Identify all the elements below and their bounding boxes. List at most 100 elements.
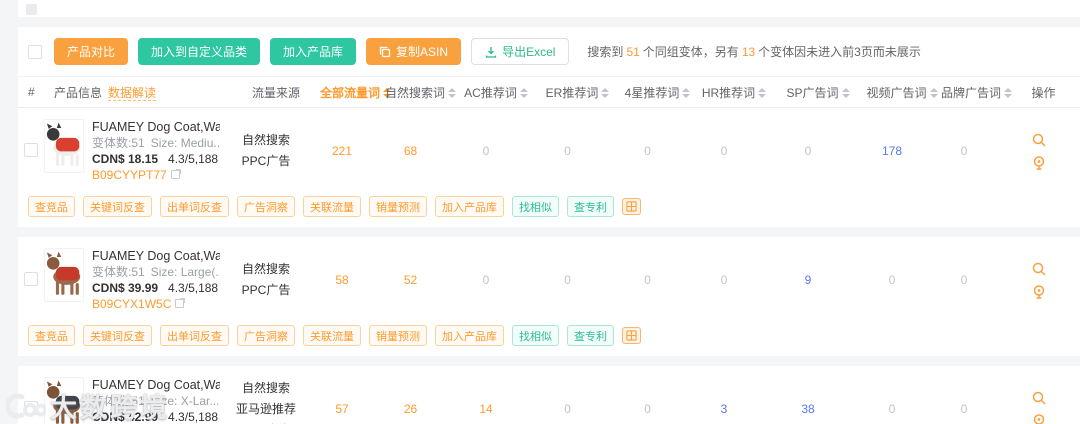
- column-header-4star-words[interactable]: 4星推荐词: [620, 84, 695, 101]
- column-header-er-words[interactable]: ER推荐词: [535, 84, 620, 101]
- price: CDN$ 18.15: [92, 152, 159, 166]
- traffic-monitor-icon[interactable]: [1031, 284, 1047, 300]
- product-block: FUAMEY Dog Coat,War... 变体数:51 Size: Large…: [18, 237, 1080, 356]
- sort-icon[interactable]: [929, 88, 938, 99]
- external-link-icon[interactable]: [175, 298, 186, 308]
- product-image[interactable]: [44, 377, 84, 424]
- total-traffic-words-value[interactable]: 58: [310, 273, 374, 287]
- column-header-total-traffic-words[interactable]: 全部流量词: [320, 84, 392, 101]
- product-title[interactable]: FUAMEY Dog Coat,War...: [92, 119, 220, 135]
- keyword-search-icon[interactable]: [1031, 261, 1047, 277]
- total-traffic-words-value[interactable]: 57: [310, 402, 374, 416]
- export-excel-button[interactable]: 导出Excel: [471, 38, 570, 65]
- product-block: FUAMEY Dog Coat,War... 变体数:51 Size: Mediu…: [18, 108, 1080, 227]
- sp-ad-words-value[interactable]: 9: [763, 273, 853, 287]
- er-words-value: 0: [564, 402, 571, 416]
- sp-ad-words-value[interactable]: 38: [763, 402, 853, 416]
- column-header-hr-words[interactable]: HR推荐词: [695, 84, 773, 101]
- hr-words-value: 0: [720, 273, 728, 287]
- sort-icon[interactable]: [601, 88, 610, 99]
- table-row: FUAMEY Dog Coat,War... 变体数:51 Size: Mediu…: [18, 108, 1080, 194]
- traffic-monitor-icon[interactable]: [1031, 413, 1047, 424]
- asin-link[interactable]: B09CYYPT77: [92, 167, 220, 183]
- dog-coat-image: [46, 122, 81, 166]
- related-traffic-tag[interactable]: 关联流量: [303, 196, 361, 217]
- check-competitor-tag[interactable]: 查竞品: [28, 196, 75, 217]
- copy-asin-button[interactable]: 复制ASIN: [366, 38, 462, 65]
- hr-words-value[interactable]: 3: [685, 402, 763, 416]
- organic-search-words-value[interactable]: 68: [374, 144, 447, 158]
- organic-search-words-value[interactable]: 52: [374, 273, 447, 287]
- hidden-variant-count: 13: [741, 45, 756, 59]
- sales-forecast-tag[interactable]: 销量预测: [369, 196, 427, 217]
- result-card: 产品对比 加入到自定义品类 加入产品库 复制ASIN 导出Excel 搜索到 51…: [18, 27, 1080, 424]
- add-to-product-library-button[interactable]: 加入产品库: [270, 38, 357, 65]
- sort-icon[interactable]: [519, 88, 528, 99]
- product-title[interactable]: FUAMEY Dog Coat,War...: [92, 377, 220, 393]
- sort-icon[interactable]: [682, 88, 691, 99]
- ac-words-value[interactable]: 14: [447, 402, 525, 416]
- related-traffic-tag[interactable]: 关联流量: [303, 325, 361, 346]
- rating: 4.3/5,188: [168, 410, 219, 424]
- product-image[interactable]: [44, 248, 84, 302]
- profit-calculator-icon[interactable]: [622, 327, 641, 344]
- select-all-checkbox[interactable]: [28, 44, 42, 59]
- add-to-custom-category-button[interactable]: 加入到自定义品类: [138, 38, 261, 65]
- column-header-ac-words[interactable]: AC推荐词: [457, 84, 535, 101]
- data-explain-link[interactable]: 数据解读: [108, 85, 157, 101]
- external-link-icon[interactable]: [170, 169, 181, 179]
- ad-insight-tag[interactable]: 广告洞察: [237, 325, 295, 346]
- column-header-organic-search-words[interactable]: 自然搜索词: [384, 84, 457, 101]
- add-library-tag[interactable]: 加入产品库: [435, 325, 504, 346]
- add-library-tag[interactable]: 加入产品库: [435, 196, 504, 217]
- product-image[interactable]: [44, 119, 84, 173]
- column-header-brand-ad-words[interactable]: 品牌广告词: [941, 84, 1013, 101]
- table-row: FUAMEY Dog Coat,War... 变体数:51 Size: Large…: [18, 237, 1080, 323]
- search-summary: 搜索到 51 个同组变体，另有 13 个变体因未进入前3页而未展示: [587, 45, 921, 59]
- dog-coat-image: [46, 251, 81, 295]
- variant-count-label: 变体数:51: [92, 394, 145, 408]
- profit-calculator-icon[interactable]: [622, 198, 641, 215]
- 4star-words-value: 0: [644, 402, 651, 416]
- ac-words-value: 0: [482, 273, 490, 287]
- sort-icon[interactable]: [448, 88, 456, 99]
- keyword-reverse-tag[interactable]: 关键词反查: [83, 196, 152, 217]
- find-similar-tag[interactable]: 找相似: [512, 325, 559, 346]
- total-traffic-words-value[interactable]: 221: [310, 144, 374, 158]
- check-competitor-tag[interactable]: 查竞品: [28, 325, 75, 346]
- patent-check-tag[interactable]: 查专利: [567, 196, 614, 217]
- download-icon: [485, 46, 497, 58]
- collapsed-element: [26, 4, 37, 15]
- ad-insight-tag[interactable]: 广告洞察: [237, 196, 295, 217]
- product-title[interactable]: FUAMEY Dog Coat,War...: [92, 248, 220, 264]
- keyword-reverse-tag[interactable]: 关键词反查: [83, 325, 152, 346]
- sales-forecast-tag[interactable]: 销量预测: [369, 325, 427, 346]
- patent-check-tag[interactable]: 查专利: [567, 325, 614, 346]
- organic-search-words-value[interactable]: 26: [374, 402, 447, 416]
- row-checkbox[interactable]: [24, 271, 38, 286]
- video-ad-words-value[interactable]: 178: [853, 144, 931, 158]
- keyword-search-icon[interactable]: [1031, 132, 1047, 148]
- toolbar: 产品对比 加入到自定义品类 加入产品库 复制ASIN 导出Excel 搜索到 51…: [18, 27, 1080, 76]
- order-word-reverse-tag[interactable]: 出单词反查: [160, 325, 229, 346]
- er-words-value: 0: [564, 273, 571, 287]
- hr-words-value: 0: [720, 144, 728, 158]
- top-breadcrumb-bar: [18, 0, 1080, 17]
- sort-icon[interactable]: [841, 88, 850, 99]
- product-compare-button[interactable]: 产品对比: [54, 38, 129, 65]
- row-checkbox[interactable]: [24, 400, 38, 415]
- traffic-sources: 自然搜索 PPC广告: [241, 133, 291, 168]
- column-header-sp-ad-words[interactable]: SP广告词: [773, 84, 863, 101]
- order-word-reverse-tag[interactable]: 出单词反查: [160, 196, 229, 217]
- price: CDN$ 42.99: [92, 410, 159, 424]
- row-checkbox[interactable]: [24, 142, 38, 157]
- column-header-video-ad-words[interactable]: 视频广告词: [863, 84, 941, 101]
- find-similar-tag[interactable]: 找相似: [512, 196, 559, 217]
- keyword-search-icon[interactable]: [1031, 390, 1047, 406]
- sp-ad-words-value: 0: [804, 144, 812, 158]
- asin-link[interactable]: B09CYX1W5C: [92, 296, 220, 312]
- rating: 4.3/5,188: [168, 281, 219, 295]
- traffic-monitor-icon[interactable]: [1031, 155, 1047, 171]
- video-ad-words-value: 0: [888, 402, 896, 416]
- sort-icon[interactable]: [758, 88, 767, 99]
